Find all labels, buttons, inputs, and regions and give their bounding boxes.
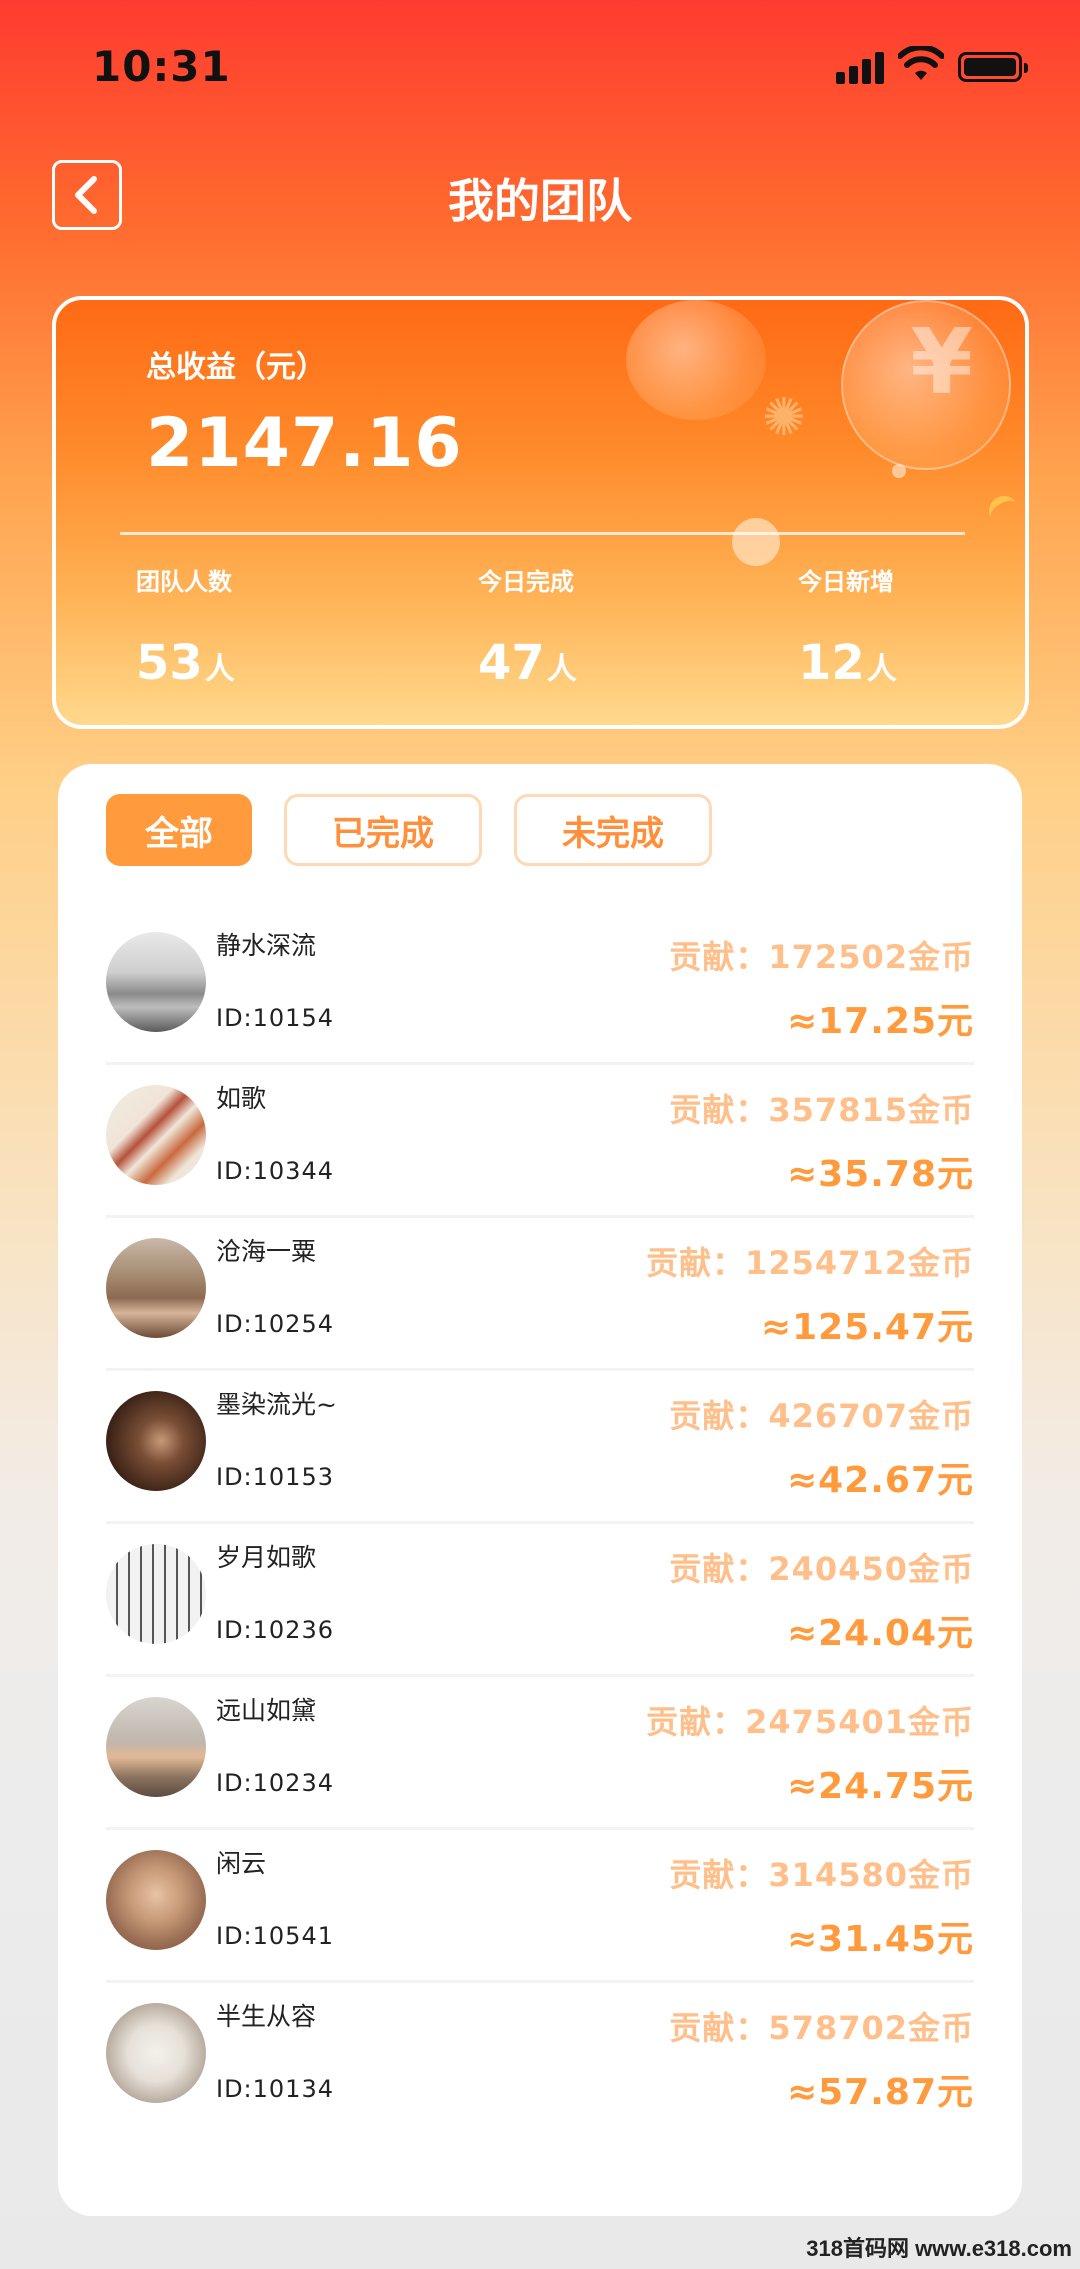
member-contribution: 贡献：172502金币 [669,938,974,976]
member-contribution: 贡献：2475401金币 [646,1703,974,1741]
stat-team-size: 团队人数 53人 [136,562,235,691]
list-item[interactable]: 半生从容 ID:10134 贡献：578702金币 ≈57.87元 [106,1983,974,2136]
decorative-circle [732,518,780,566]
member-name: 闲云 [216,1849,267,1878]
tab-not-completed[interactable]: 未完成 [514,794,712,866]
status-bar: 10:31 [0,0,1080,130]
total-earnings-label: 总收益（元） [146,350,326,385]
total-earnings-value: 2147.16 [146,404,463,483]
member-contribution: 贡献：240450金币 [669,1550,974,1588]
member-contribution: 贡献：1254712金币 [646,1244,974,1282]
member-list: 静水深流 ID:10154 贡献：172502金币 ≈17.25元 如歌 ID:… [106,912,974,2136]
member-amount: ≈57.87元 [786,2072,974,2113]
list-item[interactable]: 岁月如歌 ID:10236 贡献：240450金币 ≈24.04元 [106,1524,974,1677]
member-contribution: 贡献：578702金币 [669,2009,974,2047]
stat-value: 12人 [798,635,897,691]
status-time: 10:31 [92,42,231,91]
decorative-coin [626,300,766,420]
list-item[interactable]: 远山如黛 ID:10234 贡献：2475401金币 ≈24.75元 [106,1677,974,1830]
stat-label: 今日新增 [798,568,894,596]
decorative-dot [892,464,906,478]
member-name: 岁月如歌 [216,1543,317,1572]
list-item[interactable]: 静水深流 ID:10154 贡献：172502金币 ≈17.25元 [106,912,974,1065]
filter-tabs: 全部 已完成 未完成 [106,794,712,866]
avatar [106,1697,206,1797]
page-title: 我的团队 [448,174,632,228]
sparkle-icon: ✺ [762,388,806,448]
member-contribution: 贡献：314580金币 [669,1856,974,1894]
member-id: ID:10234 [216,1769,334,1797]
member-name: 如歌 [216,1084,267,1113]
member-contribution: 贡献：357815金币 [669,1091,974,1129]
avatar [106,1238,206,1338]
team-list-panel: 全部 已完成 未完成 静水深流 ID:10154 贡献：172502金币 ≈17… [58,764,1022,2216]
stat-label: 今日完成 [478,568,574,596]
member-contribution: 贡献：426707金币 [669,1397,974,1435]
wifi-icon [898,46,944,80]
list-item[interactable]: 墨染流光~ ID:10153 贡献：426707金币 ≈42.67元 [106,1371,974,1524]
yen-coin-icon: ¥ [910,310,973,415]
tab-completed[interactable]: 已完成 [284,794,482,866]
member-name: 静水深流 [216,931,317,960]
member-id: ID:10154 [216,1004,334,1032]
member-amount: ≈31.45元 [786,1919,974,1960]
list-item[interactable]: 沧海一粟 ID:10254 贡献：1254712金币 ≈125.47元 [106,1218,974,1371]
member-amount: ≈125.47元 [760,1307,974,1348]
avatar [106,1391,206,1491]
member-name: 沧海一粟 [216,1237,317,1266]
stat-label: 团队人数 [136,568,232,596]
member-name: 远山如黛 [216,1696,317,1725]
list-item[interactable]: 如歌 ID:10344 贡献：357815金币 ≈35.78元 [106,1065,974,1218]
member-amount: ≈24.75元 [786,1766,974,1807]
list-item[interactable]: 闲云 ID:10541 贡献：314580金币 ≈31.45元 [106,1830,974,1983]
member-amount: ≈35.78元 [786,1154,974,1195]
member-amount: ≈42.67元 [786,1460,974,1501]
watermark: 318首码网 www.e318.com [806,2236,1072,2261]
member-id: ID:10344 [216,1157,334,1185]
divider [120,532,965,535]
member-name: 墨染流光~ [216,1390,337,1419]
stat-today-completed: 今日完成 47人 [478,562,577,691]
member-name: 半生从容 [216,2002,317,2031]
member-id: ID:10541 [216,1922,334,1950]
decorative-crescent [983,490,1025,532]
avatar [106,1544,206,1644]
avatar [106,1850,206,1950]
tab-all[interactable]: 全部 [106,794,252,866]
stat-value: 47人 [478,635,577,691]
avatar [106,2003,206,2103]
member-id: ID:10254 [216,1310,334,1338]
member-id: ID:10153 [216,1463,334,1491]
member-id: ID:10134 [216,2075,334,2103]
earnings-summary-card: ¥ ✺ 总收益（元） 2147.16 团队人数 53人 今日完成 47人 今日新… [52,296,1029,729]
member-amount: ≈17.25元 [786,1001,974,1042]
member-id: ID:10236 [216,1616,334,1644]
avatar [106,1085,206,1185]
stat-value: 53人 [136,635,235,691]
battery-icon [958,52,1028,82]
stat-today-new: 今日新增 12人 [798,562,897,691]
avatar [106,932,206,1032]
member-amount: ≈24.04元 [786,1613,974,1654]
signal-icon [836,52,888,84]
